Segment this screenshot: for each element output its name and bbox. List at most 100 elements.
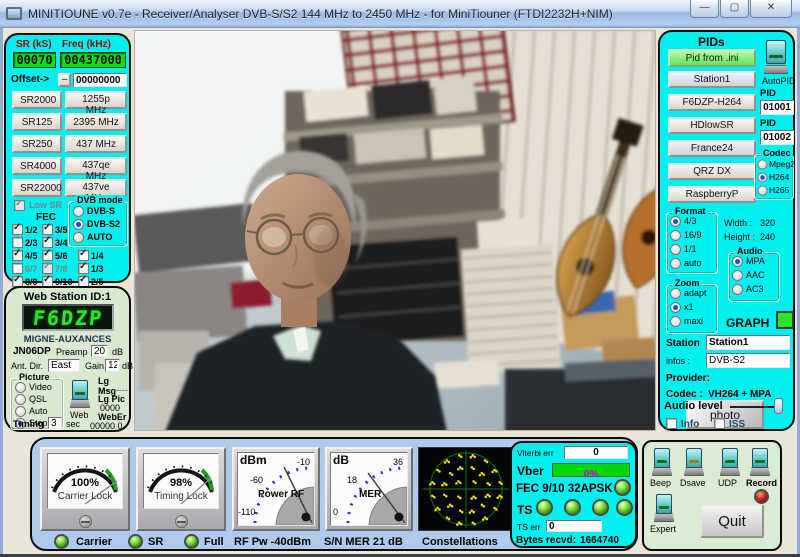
infos-input[interactable] bbox=[706, 353, 790, 368]
qrz-dx-button[interactable]: QRZ DX bbox=[668, 163, 756, 180]
fec-1-4-label: 1/4 bbox=[91, 251, 104, 261]
format-auto-radio[interactable] bbox=[670, 258, 681, 269]
title-bar[interactable]: MINITIOUNE v0.7e - Receiver/Analyser DVB… bbox=[0, 0, 800, 28]
zoom-adapt-radio[interactable] bbox=[670, 288, 681, 299]
france24-button[interactable]: France24 bbox=[668, 140, 756, 157]
codec-group-label: Codec bbox=[761, 148, 793, 158]
zoom-maxi-radio[interactable] bbox=[670, 316, 681, 327]
pid-audio-input[interactable] bbox=[760, 130, 794, 145]
expert-switch[interactable] bbox=[654, 494, 674, 522]
fec-3-4-checkbox[interactable] bbox=[42, 237, 53, 248]
audio-level-thumb[interactable] bbox=[774, 398, 783, 414]
fec-7-8-label: 7/8 bbox=[55, 264, 68, 274]
codec-h265-radio[interactable] bbox=[758, 186, 768, 196]
info-checkbox[interactable] bbox=[666, 418, 677, 429]
format-43-label: 4/3 bbox=[684, 216, 697, 226]
audio-ac3-radio[interactable] bbox=[732, 284, 743, 295]
fec-5-6-checkbox[interactable] bbox=[42, 250, 53, 261]
fec-1-4-checkbox[interactable] bbox=[78, 250, 89, 261]
fec-7-8-checkbox[interactable] bbox=[42, 263, 53, 274]
mer-tick-max: 36 bbox=[393, 457, 403, 467]
low-sr-label: Low SR bbox=[29, 200, 62, 210]
offset-minus-button[interactable]: – bbox=[58, 73, 71, 87]
preset-sr2000-button[interactable]: SR2000 bbox=[12, 91, 62, 109]
preset-1255p-button[interactable]: 1255p MHz bbox=[65, 91, 127, 109]
codec-h264-radio[interactable] bbox=[758, 173, 768, 183]
fec-mode-line: FEC 9/10 32APSK bbox=[516, 483, 613, 495]
web-switch[interactable] bbox=[70, 380, 90, 408]
rf-tick-max: -10 bbox=[297, 457, 310, 467]
dvb-s-radio[interactable] bbox=[73, 206, 84, 217]
picture-auto-radio[interactable] bbox=[15, 406, 26, 417]
pid-video-input[interactable] bbox=[760, 100, 794, 115]
full-led-label: Full bbox=[204, 536, 224, 548]
preset-437qe-button[interactable]: 437qe MHz bbox=[65, 157, 127, 175]
fec-6-7-checkbox[interactable] bbox=[12, 263, 23, 274]
preset-2395-button[interactable]: 2395 MHz bbox=[65, 113, 127, 131]
mer-meter: dB 36 18 0 MER bbox=[325, 447, 413, 531]
antdir-input[interactable] bbox=[48, 359, 80, 372]
constellation-label: Constellations bbox=[422, 536, 498, 548]
pids-panel: PIDs Pid from .ini Station1 F6DZP-H264 H… bbox=[658, 30, 795, 431]
preset-sr125-button[interactable]: SR125 bbox=[12, 113, 62, 131]
pid-from-ini-button[interactable]: Pid from .ini bbox=[668, 49, 756, 67]
fec-4-5-checkbox[interactable] bbox=[12, 250, 23, 261]
picture-video-radio[interactable] bbox=[15, 382, 26, 393]
minimize-button[interactable]: — bbox=[690, 0, 719, 18]
fec-1-2-checkbox[interactable] bbox=[12, 224, 23, 235]
fec-3-5-checkbox[interactable] bbox=[42, 224, 53, 235]
udp-label: UDP bbox=[718, 478, 737, 488]
station-input[interactable] bbox=[706, 335, 790, 350]
format-11-radio[interactable] bbox=[670, 244, 681, 255]
preset-437-button[interactable]: 437 MHz bbox=[65, 135, 127, 153]
preset-sr22000-button[interactable]: SR22000 bbox=[12, 179, 62, 197]
dvb-s-label: DVB-S bbox=[87, 206, 115, 216]
webstation-title: Web Station ID:1 bbox=[6, 291, 129, 303]
picture-label: Picture bbox=[17, 372, 52, 382]
raspberryp-button[interactable]: RaspberryP bbox=[668, 186, 756, 203]
hdlowsr-button[interactable]: HDlowSR bbox=[668, 117, 756, 134]
app-icon bbox=[6, 7, 22, 20]
udp-switch[interactable] bbox=[720, 448, 740, 476]
dvb-auto-radio[interactable] bbox=[73, 232, 84, 243]
station1-button[interactable]: Station1 bbox=[668, 71, 756, 88]
preamp-input[interactable] bbox=[91, 345, 108, 357]
beep-label: Beep bbox=[650, 478, 671, 488]
webstation-panel: Web Station ID:1 F6DZP MIGNE-AUXANCES JN… bbox=[4, 286, 131, 432]
audio-mpa-radio[interactable] bbox=[732, 256, 743, 267]
low-sr-checkbox[interactable] bbox=[14, 200, 25, 211]
fec-1-3-checkbox[interactable] bbox=[78, 263, 89, 274]
format-43-radio[interactable] bbox=[670, 216, 681, 227]
iss-checkbox[interactable] bbox=[714, 418, 725, 429]
f6dzp-h264-button[interactable]: F6DZP-H264 bbox=[668, 94, 756, 111]
graph-indicator[interactable] bbox=[776, 311, 794, 329]
maximize-button[interactable]: ▢ bbox=[720, 0, 749, 18]
codec-mpeg2-radio[interactable] bbox=[758, 160, 768, 170]
beep-switch[interactable] bbox=[652, 448, 672, 476]
preset-sr250-button[interactable]: SR250 bbox=[12, 135, 62, 153]
fec-2-3-checkbox[interactable] bbox=[12, 237, 23, 248]
format-169-radio[interactable] bbox=[670, 230, 681, 241]
provider-label: Provider: bbox=[666, 373, 710, 384]
zoom-group-label: Zoom bbox=[673, 278, 702, 288]
gain-input[interactable] bbox=[105, 359, 120, 372]
picture-qsl-radio[interactable] bbox=[15, 394, 26, 405]
offset-input[interactable] bbox=[73, 73, 127, 87]
close-button[interactable]: ✕ bbox=[750, 0, 792, 18]
autopid-switch[interactable] bbox=[764, 40, 788, 74]
height-label: Height : bbox=[724, 232, 755, 242]
record-switch[interactable] bbox=[750, 448, 770, 476]
dsave-switch[interactable] bbox=[684, 448, 704, 476]
preset-sr4000-button[interactable]: SR4000 bbox=[12, 157, 62, 175]
infos-label: infos : bbox=[666, 356, 690, 366]
timing-input[interactable] bbox=[48, 417, 62, 429]
fec-1-3-label: 1/3 bbox=[91, 264, 104, 274]
zoom-x1-radio[interactable] bbox=[670, 302, 681, 313]
dvb-s2-radio[interactable] bbox=[73, 219, 84, 230]
iss-checkbox-label: ISS bbox=[729, 419, 745, 430]
ts-led-4 bbox=[616, 499, 633, 516]
audio-aac-radio[interactable] bbox=[732, 270, 743, 281]
city-label: MIGNE-AUXANCES bbox=[6, 334, 129, 345]
info-checkbox-label: Info bbox=[681, 419, 699, 430]
quit-button[interactable]: Quit bbox=[700, 504, 764, 538]
